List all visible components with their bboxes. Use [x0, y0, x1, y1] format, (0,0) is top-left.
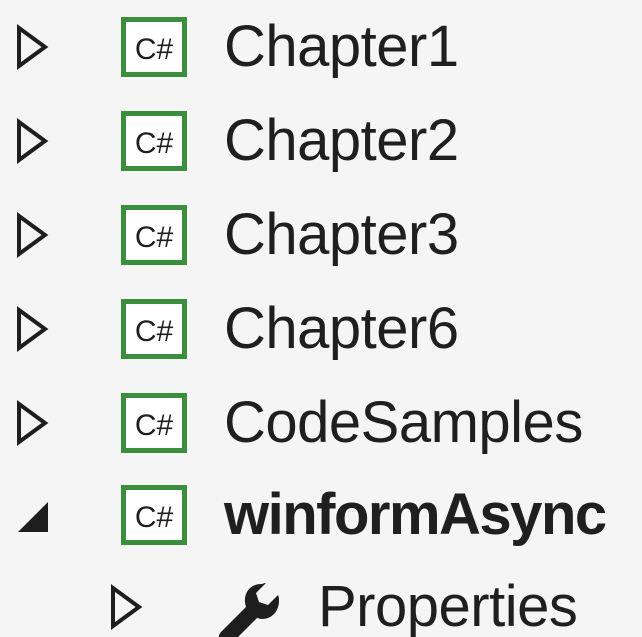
csharp-project-icon: C#: [121, 393, 187, 453]
expand-arrow-icon[interactable]: [14, 400, 50, 446]
csharp-project-icon: C#: [121, 205, 187, 265]
csharp-icon-text: C#: [135, 33, 174, 66]
csharp-icon-text: C#: [135, 127, 174, 160]
expand-arrow-icon[interactable]: [14, 212, 50, 258]
tree-item-chapter6[interactable]: C# Chapter6: [0, 282, 642, 376]
csharp-project-icon: C#: [121, 299, 187, 359]
tree-item-label: CodeSamples: [224, 390, 583, 455]
tree-item-label: Chapter3: [224, 202, 459, 267]
csharp-icon-text: C#: [135, 315, 174, 348]
tree-item-codesamples[interactable]: C# CodeSamples: [0, 376, 642, 470]
tree-item-label: Properties: [318, 574, 578, 637]
tree-item-label: Chapter1: [224, 14, 459, 79]
solution-explorer-tree: C# Chapter1 C# Chapter2 C# Chapter3 C# C…: [0, 0, 642, 637]
tree-item-label: winformAsync: [224, 482, 607, 547]
tree-item-label: Chapter2: [224, 108, 459, 173]
tree-item-properties[interactable]: Properties: [0, 560, 642, 637]
csharp-icon-text: C#: [135, 501, 174, 534]
tree-item-winformasync[interactable]: C# winformAsync: [0, 468, 642, 562]
tree-item-chapter1[interactable]: C# Chapter1: [0, 0, 642, 94]
csharp-project-icon: C#: [121, 111, 187, 171]
tree-item-chapter3[interactable]: C# Chapter3: [0, 188, 642, 282]
expand-arrow-icon[interactable]: [108, 584, 144, 630]
csharp-icon-text: C#: [135, 409, 174, 442]
expand-arrow-icon[interactable]: [14, 306, 50, 352]
tree-item-chapter2[interactable]: C# Chapter2: [0, 94, 642, 188]
expand-arrow-icon[interactable]: [14, 118, 50, 164]
tree-item-label: Chapter6: [224, 296, 459, 361]
csharp-project-icon: C#: [121, 485, 187, 545]
csharp-icon-text: C#: [135, 221, 174, 254]
collapse-arrow-icon[interactable]: [14, 492, 50, 538]
csharp-project-icon: C#: [121, 17, 187, 77]
wrench-icon: [213, 578, 283, 637]
expand-arrow-icon[interactable]: [14, 24, 50, 70]
